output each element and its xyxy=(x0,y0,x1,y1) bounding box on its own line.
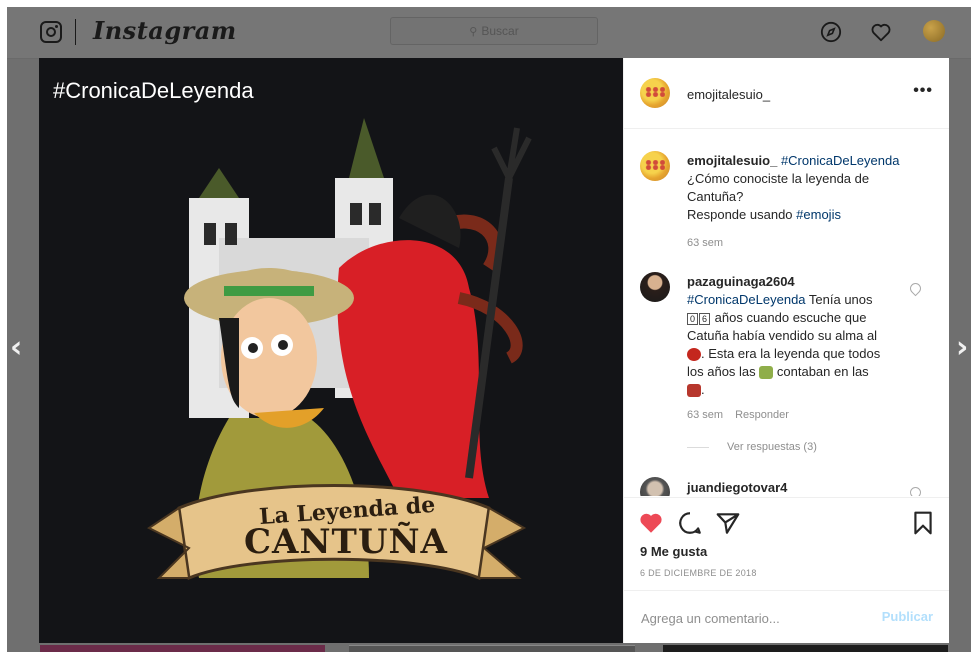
likes-count[interactable]: 9 Me gusta xyxy=(640,544,707,559)
logo-divider xyxy=(75,19,76,45)
comment-text: años cuando escuche que xyxy=(711,310,867,325)
keycap-zero-icon: 0 xyxy=(687,312,699,325)
post-actions: 9 Me gusta 6 DE DICIEMBRE DE 2018 Public… xyxy=(624,497,949,644)
like-comment-heart-icon[interactable] xyxy=(907,280,924,297)
previous-post-arrow-icon[interactable]: ‹ xyxy=(10,330,22,365)
post-details-panel: emojitalesuio_ ••• emojitalesuio_ #Croni… xyxy=(623,58,949,643)
caption-comment: emojitalesuio_ #CronicaDeLeyenda ¿Cómo c… xyxy=(687,152,902,224)
devil-emoji-icon xyxy=(687,348,701,362)
publish-button[interactable]: Publicar xyxy=(882,609,933,624)
grandparents-emoji-icon xyxy=(759,366,774,380)
caption-avatar[interactable] xyxy=(640,151,670,181)
post-header: emojitalesuio_ ••• xyxy=(624,58,949,129)
comment-text: Tenía unos xyxy=(805,292,873,307)
search-placeholder: Buscar xyxy=(481,24,519,38)
caption-hashtag-link[interactable]: #CronicaDeLeyenda xyxy=(781,153,900,168)
feed-thumbnail xyxy=(663,645,948,652)
like-heart-icon[interactable] xyxy=(638,510,664,536)
feed-thumbnail xyxy=(40,645,325,652)
post-date[interactable]: 6 DE DICIEMBRE DE 2018 xyxy=(640,568,757,578)
activity-heart-icon[interactable] xyxy=(870,21,892,43)
caption-line: Cantuña? xyxy=(687,189,744,204)
comment-item: juandiegotovar4 xyxy=(687,479,902,496)
emojis-hashtag-link[interactable]: #emojis xyxy=(796,207,841,222)
church-emoji-icon xyxy=(687,384,701,398)
next-post-arrow-icon[interactable]: › xyxy=(956,330,968,365)
author-username[interactable]: emojitalesuio_ xyxy=(687,87,770,102)
post-image[interactable]: #CronicaDeLeyenda La Leyenda de CANTUÑA xyxy=(39,58,623,643)
caption-username[interactable]: emojitalesuio_ xyxy=(687,153,777,168)
caption-line: ¿Cómo conociste la leyenda de xyxy=(687,171,870,186)
add-comment-bar: Publicar xyxy=(624,590,949,645)
share-direct-icon[interactable] xyxy=(715,510,741,536)
search-icon: ⚲ xyxy=(469,26,478,38)
like-comment-heart-icon[interactable] xyxy=(907,484,924,496)
comment-text: Catuña había vendido su alma al xyxy=(687,328,878,343)
replies-divider xyxy=(687,447,709,448)
instagram-wordmark[interactable]: Instagram xyxy=(93,16,237,45)
caption-timestamp[interactable]: 63 sem xyxy=(687,237,723,249)
feed-thumbnail xyxy=(349,645,635,652)
comment-item: pazaguinaga2604 #CronicaDeLeyenda Tenía … xyxy=(687,273,902,399)
caption-line: Responde usando xyxy=(687,207,797,222)
save-bookmark-icon[interactable] xyxy=(910,510,936,536)
comments-list[interactable]: emojitalesuio_ #CronicaDeLeyenda ¿Cómo c… xyxy=(624,129,949,496)
keycap-six-icon: 6 xyxy=(699,312,711,325)
explore-compass-icon[interactable] xyxy=(820,21,842,43)
view-replies-link[interactable]: Ver respuestas (3) xyxy=(727,441,817,453)
more-options-icon[interactable]: ••• xyxy=(913,82,933,100)
comment-text: contaban en las xyxy=(773,364,869,379)
comment-meta: 63 sem Responder xyxy=(687,409,789,421)
commenter-username[interactable]: pazaguinaga2604 xyxy=(687,274,795,289)
comment-hashtag-link[interactable]: #CronicaDeLeyenda xyxy=(687,292,806,307)
instagram-logo-icon[interactable] xyxy=(40,21,62,43)
comment-text: los años las xyxy=(687,364,756,379)
author-avatar[interactable] xyxy=(640,78,670,108)
search-input[interactable]: ⚲ Buscar xyxy=(390,17,598,45)
reply-link[interactable]: Responder xyxy=(735,409,789,421)
comment-input[interactable] xyxy=(639,607,873,629)
comment-timestamp[interactable]: 63 sem xyxy=(687,409,723,421)
comment-text: . xyxy=(701,382,705,397)
top-navbar: Instagram ⚲ Buscar xyxy=(7,7,971,59)
commenter-avatar[interactable] xyxy=(640,477,670,496)
commenter-username[interactable]: juandiegotovar4 xyxy=(687,480,787,495)
comment-bubble-icon[interactable] xyxy=(677,510,703,536)
banner-title-main: CANTUÑA xyxy=(244,522,448,562)
profile-avatar[interactable] xyxy=(923,20,945,42)
photo-caption-hashtag: #CronicaDeLeyenda xyxy=(53,78,254,103)
comment-text: . Esta era la leyenda que todos xyxy=(701,346,881,361)
commenter-avatar[interactable] xyxy=(640,272,670,302)
